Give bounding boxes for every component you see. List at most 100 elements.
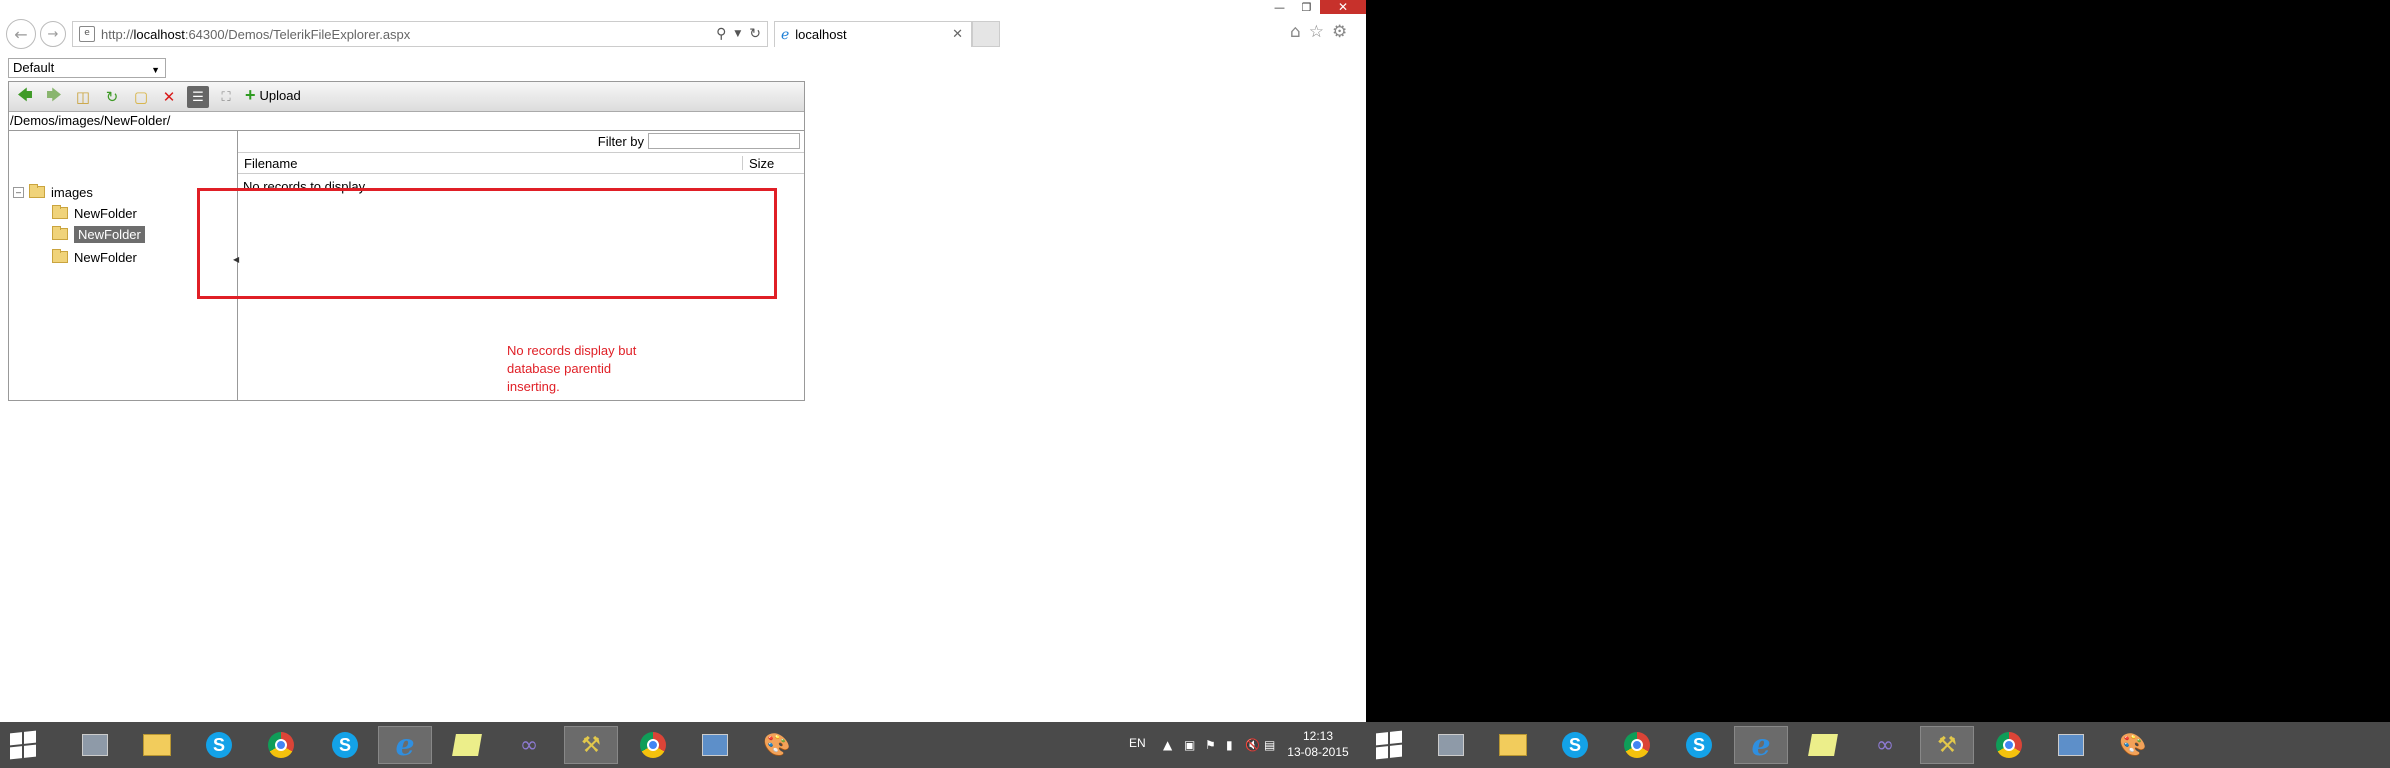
upload-label: Upload	[259, 87, 301, 103]
address-path[interactable]: /Demos/images/NewFolder/	[9, 112, 805, 131]
ie-tab-icon: ℯ	[781, 26, 790, 42]
file-explorer-icon	[1499, 734, 1527, 756]
close-window-button[interactable]: ✕	[1320, 0, 1366, 14]
taskbar-skype[interactable]: S	[192, 726, 246, 764]
forward-button[interactable]: →	[40, 21, 66, 47]
back-button[interactable]: ←	[6, 19, 36, 49]
plus-icon: +	[245, 85, 256, 105]
taskbar-visual-studio[interactable]: ∞	[502, 726, 556, 764]
grid-view-icon[interactable]: ☰	[187, 86, 209, 108]
battery-icon[interactable]: ▮	[1226, 738, 1233, 752]
tree-node-label: images	[51, 184, 93, 200]
folder-icon	[52, 249, 68, 263]
taskbar-app-castle[interactable]	[68, 726, 122, 764]
file-explorer-toolbar: 🡄 🡆 ◫ ↻ ▢ ✕ ☰ ⛶ + Upload	[9, 82, 804, 112]
address-bar[interactable]: e http://localhost:64300/Demos/TelerikFi…	[72, 21, 768, 47]
language-indicator[interactable]: EN	[1129, 736, 1146, 750]
browser-tab[interactable]: ℯ localhost ✕	[774, 21, 972, 47]
windows-logo-icon	[1376, 730, 1402, 760]
taskbar-skype[interactable]: S	[1548, 726, 1602, 764]
clock[interactable]: 12:13 13-08-2015	[1283, 728, 1353, 760]
action-center-icon[interactable]: ▣	[1184, 738, 1195, 752]
restore-button[interactable]: ❐	[1293, 0, 1320, 14]
tree-node-newfolder-selected[interactable]: NewFolder	[52, 225, 145, 243]
taskbar-chrome-2[interactable]	[626, 726, 680, 764]
star-icon[interactable]: ☆	[1309, 22, 1324, 42]
taskbar-app-castle[interactable]	[1424, 726, 1478, 764]
volume-muted-icon[interactable]: 🔇	[1245, 738, 1260, 752]
taskbar-internet-explorer[interactable]: e	[378, 726, 432, 764]
skype-icon: S	[1562, 732, 1588, 758]
tree-node-label: NewFolder	[74, 249, 137, 265]
tree-node-newfolder[interactable]: NewFolder	[52, 248, 137, 266]
windows-logo-icon	[10, 730, 36, 760]
internet-explorer-icon: e	[395, 727, 415, 763]
flag-icon[interactable]: ⚑	[1205, 738, 1216, 752]
start-button[interactable]	[0, 726, 50, 764]
page-icon: e	[79, 26, 95, 42]
collapse-icon[interactable]: –	[13, 186, 24, 198]
taskbar-paint[interactable]: 🎨	[2106, 726, 2160, 764]
taskbar-visual-studio[interactable]: ∞	[1858, 726, 1912, 764]
taskbar-left: S S e ∞ ⚒ 🎨	[0, 722, 1366, 768]
open-folder-icon[interactable]: ◫	[73, 87, 93, 107]
taskbar-paint[interactable]: 🎨	[750, 726, 804, 764]
search-icon[interactable]: ⚲	[716, 26, 726, 42]
taskbar-sticky-notes[interactable]	[1796, 726, 1850, 764]
browser-commands: ⌂ ☆ ⚙	[1290, 22, 1347, 42]
dropdown-icon[interactable]: ▼	[734, 29, 741, 39]
thumbnails-view-icon[interactable]: ⛶	[216, 87, 236, 107]
photo-viewer-icon	[2058, 734, 2084, 756]
clock-date: 13-08-2015	[1287, 745, 1349, 759]
clock-time: 12:13	[1302, 729, 1334, 743]
taskbar-sticky-notes[interactable]	[440, 726, 494, 764]
taskbar-skype-online[interactable]: S	[318, 726, 372, 764]
back-arrow-icon: ←	[14, 24, 28, 44]
chevron-down-icon: ▼	[151, 65, 160, 75]
taskbar-tools[interactable]: ⚒	[564, 726, 618, 764]
forward-icon[interactable]: 🡆	[44, 86, 64, 107]
taskbar-right: S S e ∞ ⚒ 🎨	[1366, 722, 2390, 768]
tree-node-newfolder[interactable]: NewFolder	[52, 204, 137, 222]
chrome-icon	[1996, 732, 2022, 758]
tab-title: localhost	[795, 27, 847, 42]
chevron-up-icon[interactable]: ▲	[1163, 738, 1172, 752]
home-icon[interactable]: ⌂	[1290, 22, 1301, 42]
taskbar-tools[interactable]: ⚒	[1920, 726, 1974, 764]
infinity-icon: ∞	[1875, 732, 1895, 758]
start-button[interactable]	[1362, 726, 1416, 764]
skin-select-value: Default	[13, 60, 55, 75]
refresh-icon[interactable]: ↻	[749, 26, 761, 42]
taskbar-chrome[interactable]	[1610, 726, 1664, 764]
taskbar-chrome-2[interactable]	[1982, 726, 2036, 764]
delete-icon[interactable]: ✕	[159, 87, 179, 107]
url-text[interactable]: http://localhost:64300/Demos/TelerikFile…	[101, 27, 410, 42]
minimize-button[interactable]: —	[1266, 0, 1293, 14]
url-host: localhost	[133, 26, 185, 42]
annotation-note: No records display but database parentid…	[507, 343, 637, 394]
sticky-notes-icon	[1808, 734, 1838, 756]
back-icon[interactable]: 🡄	[15, 86, 35, 107]
new-tab-button[interactable]	[972, 21, 1000, 47]
taskbar-file-explorer[interactable]	[1486, 726, 1540, 764]
gear-icon[interactable]: ⚙	[1332, 22, 1347, 42]
refresh-icon[interactable]: ↻	[102, 87, 122, 107]
taskbar-file-explorer[interactable]	[130, 726, 184, 764]
internet-explorer-icon: e	[1751, 727, 1771, 763]
close-tab-icon[interactable]: ✕	[952, 26, 963, 42]
taskbar-internet-explorer[interactable]: e	[1734, 726, 1788, 764]
column-header-size[interactable]: Size	[749, 156, 774, 171]
taskbar-skype-online[interactable]: S	[1672, 726, 1726, 764]
network-icon[interactable]: ▤	[1264, 738, 1275, 752]
taskbar-photo-viewer[interactable]	[2044, 726, 2098, 764]
column-header-filename[interactable]: Filename	[244, 156, 297, 171]
taskbar-chrome[interactable]	[254, 726, 308, 764]
new-folder-icon[interactable]: ▢	[131, 87, 151, 107]
filter-input[interactable]	[648, 133, 800, 149]
paint-icon: 🎨	[2119, 732, 2147, 758]
upload-button[interactable]: + Upload	[245, 85, 301, 105]
taskbar-photo-viewer[interactable]	[688, 726, 742, 764]
tree-node-label: NewFolder	[74, 205, 137, 221]
tree-node-images[interactable]: – images	[13, 183, 93, 201]
skin-select[interactable]: Default ▼	[8, 58, 166, 78]
